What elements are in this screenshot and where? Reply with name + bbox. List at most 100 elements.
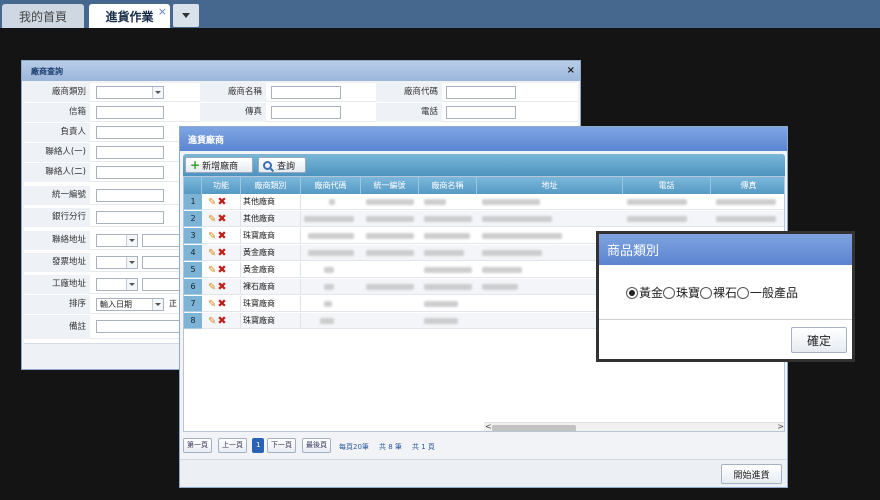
invoice-city-select[interactable] [96, 256, 138, 269]
scroll-right-icon[interactable]: > [777, 422, 784, 431]
sort-select-value: 輸入日期 [100, 300, 132, 309]
redacted-text [366, 199, 414, 205]
tab-purchase[interactable]: 進貨作業 × [89, 4, 170, 28]
note-input[interactable] [96, 320, 184, 333]
tab-more-dropdown[interactable] [173, 4, 199, 27]
tab-purchase-label: 進貨作業 [105, 9, 154, 24]
header-address[interactable]: 地址 [477, 177, 623, 194]
contact-city-select[interactable] [96, 234, 138, 247]
radio-unchecked-icon[interactable] [737, 286, 750, 299]
radio-loose-stone-label: 裸石 [713, 286, 738, 300]
header-code[interactable]: 廠商代碼 [301, 177, 361, 194]
scroll-left-icon[interactable]: < [485, 422, 492, 431]
delete-icon[interactable]: ✖ [217, 195, 226, 208]
start-purchase-button[interactable]: 開始進貨 [721, 464, 782, 484]
horizontal-scrollbar[interactable]: < > [484, 422, 784, 431]
tax-id-input[interactable] [96, 189, 164, 202]
delete-icon[interactable]: ✖ [217, 212, 226, 225]
last-page-button[interactable]: 最後頁 [302, 438, 331, 453]
cell-category: 黃金廠商 [241, 262, 301, 278]
delete-icon[interactable]: ✖ [217, 229, 226, 242]
label-factory-address: 工廠地址 [24, 275, 90, 294]
redacted-text [424, 318, 458, 324]
add-vendor-label: 新增廠商 [202, 161, 239, 172]
edit-icon[interactable]: ✎ [208, 248, 216, 259]
factory-city-select[interactable] [96, 278, 138, 291]
search-button[interactable]: 查詢 [258, 157, 306, 173]
add-vendor-button[interactable]: + 新增廠商 [185, 157, 253, 173]
edit-icon[interactable]: ✎ [208, 299, 216, 310]
sort-order-text: 正 [169, 299, 177, 308]
confirm-button[interactable]: 確定 [791, 327, 847, 353]
row-actions: ✎✖ [202, 194, 241, 210]
radio-unchecked-icon[interactable] [663, 286, 676, 299]
current-page-button[interactable]: 1 [252, 438, 265, 453]
close-icon[interactable]: × [567, 65, 575, 76]
redacted-text [482, 250, 542, 256]
table-row[interactable]: 1 ✎✖ 其他廠商 [184, 194, 784, 210]
radio-checked-icon[interactable] [626, 286, 638, 299]
edit-icon[interactable]: ✎ [208, 316, 216, 327]
edit-icon[interactable]: ✎ [208, 231, 216, 242]
row-actions: ✎✖ [202, 279, 241, 295]
vendor-code-input[interactable] [446, 86, 516, 99]
delete-icon[interactable]: ✖ [217, 263, 226, 276]
tab-home[interactable]: 我的首頁 [2, 4, 84, 28]
prev-page-button[interactable]: 上一頁 [218, 438, 247, 453]
email-input[interactable] [96, 106, 164, 119]
label-vendor-name: 廠商名稱 [200, 83, 266, 102]
contact-2-input[interactable] [96, 166, 164, 179]
radio-jewelry[interactable]: 珠寶 [663, 284, 700, 301]
branch-input[interactable] [96, 211, 164, 224]
plus-icon: + [190, 158, 201, 172]
radio-unchecked-icon[interactable] [700, 286, 713, 299]
person-in-charge-input[interactable] [96, 126, 164, 139]
vendor-category-select[interactable] [96, 86, 164, 99]
invoice-district-select[interactable] [142, 256, 182, 269]
row-number: 1 [184, 194, 202, 210]
fax-input[interactable] [271, 106, 341, 119]
header-phone[interactable]: 電話 [623, 177, 711, 194]
contact-1-input[interactable] [96, 146, 164, 159]
tab-close-icon[interactable]: × [158, 5, 167, 18]
label-invoice-address: 發票地址 [24, 253, 90, 272]
cell-category: 裸石廠商 [241, 279, 301, 295]
next-page-button[interactable]: 下一頁 [267, 438, 296, 453]
edit-icon[interactable]: ✎ [208, 214, 216, 225]
phone-input[interactable] [446, 106, 516, 119]
tab-bar: 我的首頁 進貨作業 × [0, 0, 880, 28]
cell-category: 黃金廠商 [241, 245, 301, 261]
radio-general-product[interactable]: 一般產品 [737, 284, 798, 301]
edit-icon[interactable]: ✎ [208, 265, 216, 276]
radio-loose-stone[interactable]: 裸石 [700, 284, 737, 301]
row-actions: ✎✖ [202, 245, 241, 261]
vendor-query-title: 廠商查詢 × [22, 61, 580, 81]
header-category[interactable]: 廠商類別 [241, 177, 301, 194]
search-label: 查詢 [277, 161, 296, 172]
first-page-button[interactable]: 第一頁 [183, 438, 212, 453]
delete-icon[interactable]: ✖ [217, 246, 226, 259]
vendor-name-input[interactable] [271, 86, 341, 99]
pagination: 第一頁 上一頁 1 下一頁 最後頁 每頁20筆 共 8 筆 共 1 頁 [183, 434, 785, 456]
table-row[interactable]: 2 ✎✖ 其他廠商 [184, 211, 784, 227]
radio-gold[interactable]: 黃金 [626, 284, 663, 301]
edit-icon[interactable]: ✎ [208, 197, 216, 208]
delete-icon[interactable]: ✖ [217, 297, 226, 310]
edit-icon[interactable]: ✎ [208, 282, 216, 293]
label-contact-address: 聯絡地址 [24, 231, 90, 250]
header-tax-id[interactable]: 統一編號 [361, 177, 419, 194]
radio-general-product-label: 一般產品 [750, 286, 799, 300]
header-name[interactable]: 廠商名稱 [419, 177, 477, 194]
vendor-window-footer: 開始進貨 [180, 459, 787, 487]
factory-district-select[interactable] [142, 278, 182, 291]
delete-icon[interactable]: ✖ [217, 314, 226, 327]
contact-district-select[interactable] [142, 234, 182, 247]
label-contact-1: 聯絡人(一) [24, 143, 90, 162]
sort-select[interactable]: 輸入日期 [96, 298, 164, 311]
header-fax[interactable]: 傳真 [711, 177, 784, 194]
row-number: 3 [184, 228, 202, 244]
label-person-in-charge: 負責人 [24, 123, 90, 142]
delete-icon[interactable]: ✖ [217, 280, 226, 293]
scrollbar-thumb[interactable] [492, 425, 576, 431]
vendor-query-title-text: 廠商查詢 [31, 66, 63, 76]
